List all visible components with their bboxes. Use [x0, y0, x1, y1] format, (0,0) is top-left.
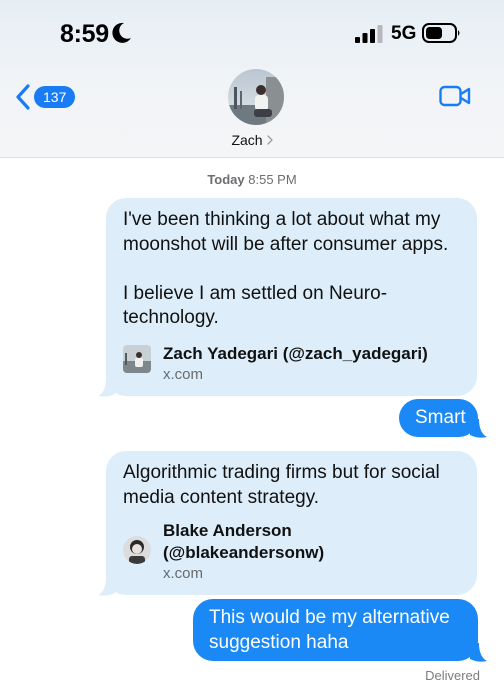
message-text: Algorithmic trading firms but for social… [123, 462, 440, 508]
incoming-message[interactable]: Algorithmic trading firms but for social… [106, 451, 477, 595]
signal-icon [355, 25, 383, 43]
chevron-right-icon [266, 135, 273, 145]
link-preview[interactable]: Zach Yadegari (@zach_yadegari) x.com [123, 343, 461, 385]
contact-name: Zach [231, 132, 263, 148]
message-text: This would be my alternative suggestion … [209, 607, 450, 653]
link-thumbnail [123, 536, 151, 564]
bubble-tail [98, 577, 115, 596]
link-title: Zach Yadegari (@zach_yadegari) [163, 343, 428, 363]
contact-name-button[interactable]: Zach [0, 132, 504, 148]
facetime-video-icon[interactable] [439, 85, 471, 107]
bubble-tail [98, 378, 115, 397]
network-label: 5G [391, 23, 417, 44]
back-button[interactable]: 137 [14, 83, 76, 111]
conversation-header: 8:59 5G 137 Zach [0, 0, 504, 158]
conversation-timestamp: Today 8:55 PM [0, 172, 504, 187]
outgoing-message[interactable]: This would be my alternative suggestion … [193, 599, 478, 661]
moon-icon [112, 22, 131, 43]
chevron-left-icon [16, 84, 30, 110]
status-time: 8:59 [60, 20, 109, 48]
link-domain: x.com [163, 565, 204, 582]
outgoing-message[interactable]: Smart [399, 399, 478, 437]
link-domain: x.com [163, 365, 204, 383]
bubble-tail [470, 419, 487, 438]
timestamp-time: 8:55 PM [248, 172, 297, 187]
link-preview[interactable]: Blake Anderson (@blakeandersonw) x.com [123, 520, 461, 584]
contact-photo [228, 69, 284, 125]
battery-icon [422, 23, 460, 43]
bubble-tail [470, 643, 487, 662]
link-thumbnail [123, 344, 151, 373]
unread-count-badge: 137 [34, 86, 76, 108]
delivery-status: Delivered [425, 668, 480, 683]
incoming-message[interactable]: I've been thinking a lot about what my m… [106, 198, 477, 396]
timestamp-day: Today [207, 172, 245, 187]
message-text: I've been thinking a lot about what my m… [123, 209, 449, 328]
avatar[interactable] [228, 69, 284, 125]
link-title: Blake Anderson (@blakeandersonw) [163, 521, 325, 562]
